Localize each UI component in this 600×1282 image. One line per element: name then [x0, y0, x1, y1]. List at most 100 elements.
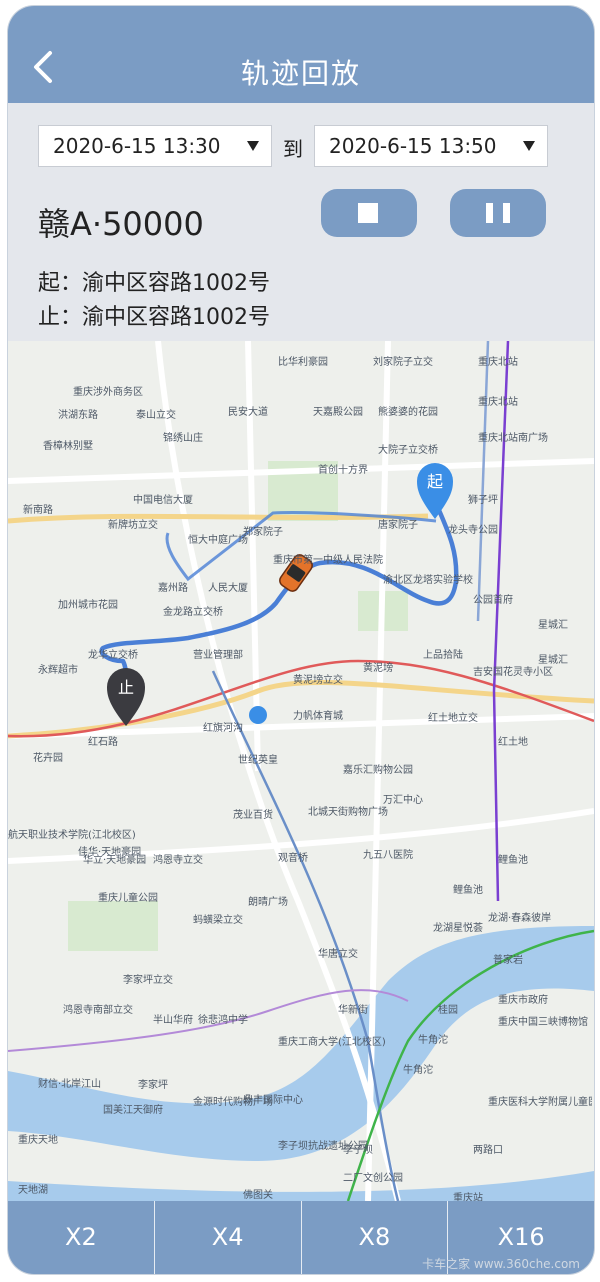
map-poi-label: 公园首府: [473, 595, 513, 606]
map-poi-label: 佳华·天地豪园: [78, 847, 142, 858]
vehicle-plate: 赣A·50000: [38, 205, 204, 243]
start-label: 起：: [38, 271, 83, 296]
map-poi-label: 花卉园: [33, 753, 63, 764]
map-poi-label: 嘉州路: [158, 583, 188, 594]
pause-icon-bar: [503, 203, 510, 223]
speed-x4-button[interactable]: X4: [155, 1201, 302, 1274]
map-poi-label: 观音桥: [278, 853, 308, 864]
map-poi-label: 鲤鱼池: [453, 885, 483, 896]
map-poi-label: 新南路: [23, 505, 53, 516]
map-poi-label: 重庆北站: [478, 397, 518, 408]
map-poi-label: 华唐立交: [318, 949, 358, 960]
map-poi-label: 红石路: [88, 737, 118, 748]
start-address: 渝中区容路1002号: [82, 271, 271, 296]
map-poi-label: 重庆涉外商务区: [73, 387, 143, 398]
map-poi-label: 民安大道: [228, 407, 268, 418]
map-poi-label: 洪湖东路: [58, 410, 98, 421]
map-poi-label: 中国电信大厦: [133, 495, 193, 506]
map-poi-label: 佛图关: [243, 1190, 273, 1201]
stop-button[interactable]: [321, 189, 417, 237]
map-poi-label: 黄泥塝: [363, 663, 393, 674]
map-poi-label: 重庆站: [453, 1193, 483, 1201]
map-poi-label: 鲤鱼池: [498, 855, 528, 866]
map-poi-label: 重庆北站: [478, 357, 518, 368]
end-time-select[interactable]: 2020-6-15 13:50: [314, 125, 548, 167]
map-poi-label: 李家坪立交: [123, 975, 173, 986]
map-poi-label: 华新街: [338, 1005, 368, 1016]
map-poi-label: 牛角沱: [418, 1035, 448, 1046]
map-view[interactable]: 起 止 比华利豪园 刘家院子立交 重庆北站 重庆北站 洪湖东路 泰山立交 民安大道 天嘉殿公园…: [8, 341, 594, 1201]
map-poi-label: 加州城市花园: [58, 600, 118, 611]
map-poi-label: 营业管理部: [193, 650, 243, 661]
stop-icon: [358, 203, 378, 223]
map-poi-label: 国美江天御府: [103, 1105, 163, 1116]
map-poi-label: 航天职业技术学院(江北校区): [8, 830, 136, 841]
map-poi-label: 龙头寺公园: [448, 525, 498, 536]
map-poi-label: 蚂蟥梁立交: [193, 915, 243, 926]
map-poi-label: 重庆市政府: [498, 995, 548, 1006]
map-poi-label: 黄泥塝立交: [293, 675, 343, 686]
map-poi-label: 力帆体育城: [293, 711, 343, 722]
map-poi-label: 星城汇: [538, 655, 568, 666]
caret-down-icon: [247, 141, 259, 151]
end-address: 渝中区容路1002号: [82, 305, 271, 330]
speed-x2-button[interactable]: X2: [8, 1201, 155, 1274]
map-poi-label: 鸿恩寺立交: [153, 855, 203, 866]
map-poi-label: 朗晴广场: [248, 897, 288, 908]
map-poi-label: 龙湖星悦荟: [433, 923, 483, 934]
app-header: 轨迹回放: [8, 6, 594, 103]
start-address-row: 起：渝中区容路1002号: [38, 265, 270, 297]
map-poi-label: 茂业百货: [233, 810, 273, 821]
map-poi-label: 世纪英皇: [238, 755, 278, 766]
map-poi-label: 狮子坪: [468, 495, 498, 506]
map-poi-label: 大院子立交桥: [378, 445, 438, 456]
map-poi-label: 重庆天地: [18, 1135, 58, 1146]
start-time-select[interactable]: 2020-6-15 13:30: [38, 125, 272, 167]
map-poi-label: 二厂文创公园: [343, 1173, 403, 1184]
map-poi-label: 天嘉殿公园: [313, 407, 363, 418]
pause-icon: [486, 203, 493, 223]
map-poi-label: 重庆中国三峡博物馆: [498, 1017, 588, 1028]
map-poi-label: 新牌坊立交: [108, 520, 158, 531]
map-poi-label: 龙湖·春森彼岸: [488, 913, 552, 924]
map-poi-label: 九五八医院: [363, 850, 413, 861]
query-panel: 2020-6-15 13:30 到 2020-6-15 13:50 赣A·500…: [8, 103, 594, 341]
map-poi-label: 桂园: [438, 1005, 458, 1016]
map-poi-label: 重庆医科大学附属儿童医院: [488, 1097, 592, 1108]
caret-down-icon: [523, 141, 535, 151]
map-canvas: 起 止: [8, 341, 594, 1201]
watermark: 卡车之家 www.360che.com: [422, 1257, 580, 1271]
map-poi-label: 永辉超市: [38, 665, 78, 676]
map-poi-label: 重庆北站南广场: [478, 433, 548, 444]
map-poi-label: 财信·北岸江山: [38, 1079, 102, 1090]
map-poi-label: 鼎丰国际中心: [243, 1095, 303, 1106]
map-poi-label: 红土地立交: [428, 713, 478, 724]
start-time-value: 2020-6-15 13:30: [53, 134, 221, 158]
map-poi-label: 龙华立交桥: [88, 650, 138, 661]
map-poi-label: 牛角沱: [403, 1065, 433, 1076]
map-poi-label: 李子坝: [343, 1145, 373, 1156]
pause-button[interactable]: [450, 189, 546, 237]
svg-text:止: 止: [118, 679, 134, 697]
map-poi-label: 泰山立交: [136, 410, 176, 421]
map-poi-label: 渝北区龙塔实验学校: [383, 575, 473, 586]
end-address-row: 止：渝中区容路1002号: [38, 299, 270, 331]
phone-frame: 轨迹回放 2020-6-15 13:30 到 2020-6-15 13:50 赣…: [8, 6, 594, 1274]
map-poi-label: 金龙路立交桥: [163, 607, 223, 618]
end-label: 止：: [38, 305, 83, 330]
map-poi-label: 重庆市第一中级人民法院: [273, 555, 383, 566]
map-poi-label: 万汇中心: [383, 795, 423, 806]
map-poi-label: 鸿恩寺南部立交: [63, 1005, 133, 1016]
map-poi-label: 重庆儿童公园: [98, 893, 158, 904]
map-poi-label: 徐悲鸿中学: [198, 1015, 248, 1026]
map-poi-label: 红土地: [498, 737, 528, 748]
end-time-value: 2020-6-15 13:50: [329, 134, 497, 158]
map-poi-label: 重庆工商大学(江北校区): [278, 1037, 386, 1048]
map-poi-label: 普家岩: [493, 955, 523, 966]
map-poi-label: 红旗河沟: [203, 723, 243, 734]
map-poi-label: 唐家院子: [378, 520, 418, 531]
map-poi-label: 刘家院子立交: [373, 357, 433, 368]
map-poi-label: 两路口: [473, 1145, 503, 1156]
map-poi-label: 天地湖: [18, 1185, 48, 1196]
to-label: 到: [283, 137, 303, 161]
